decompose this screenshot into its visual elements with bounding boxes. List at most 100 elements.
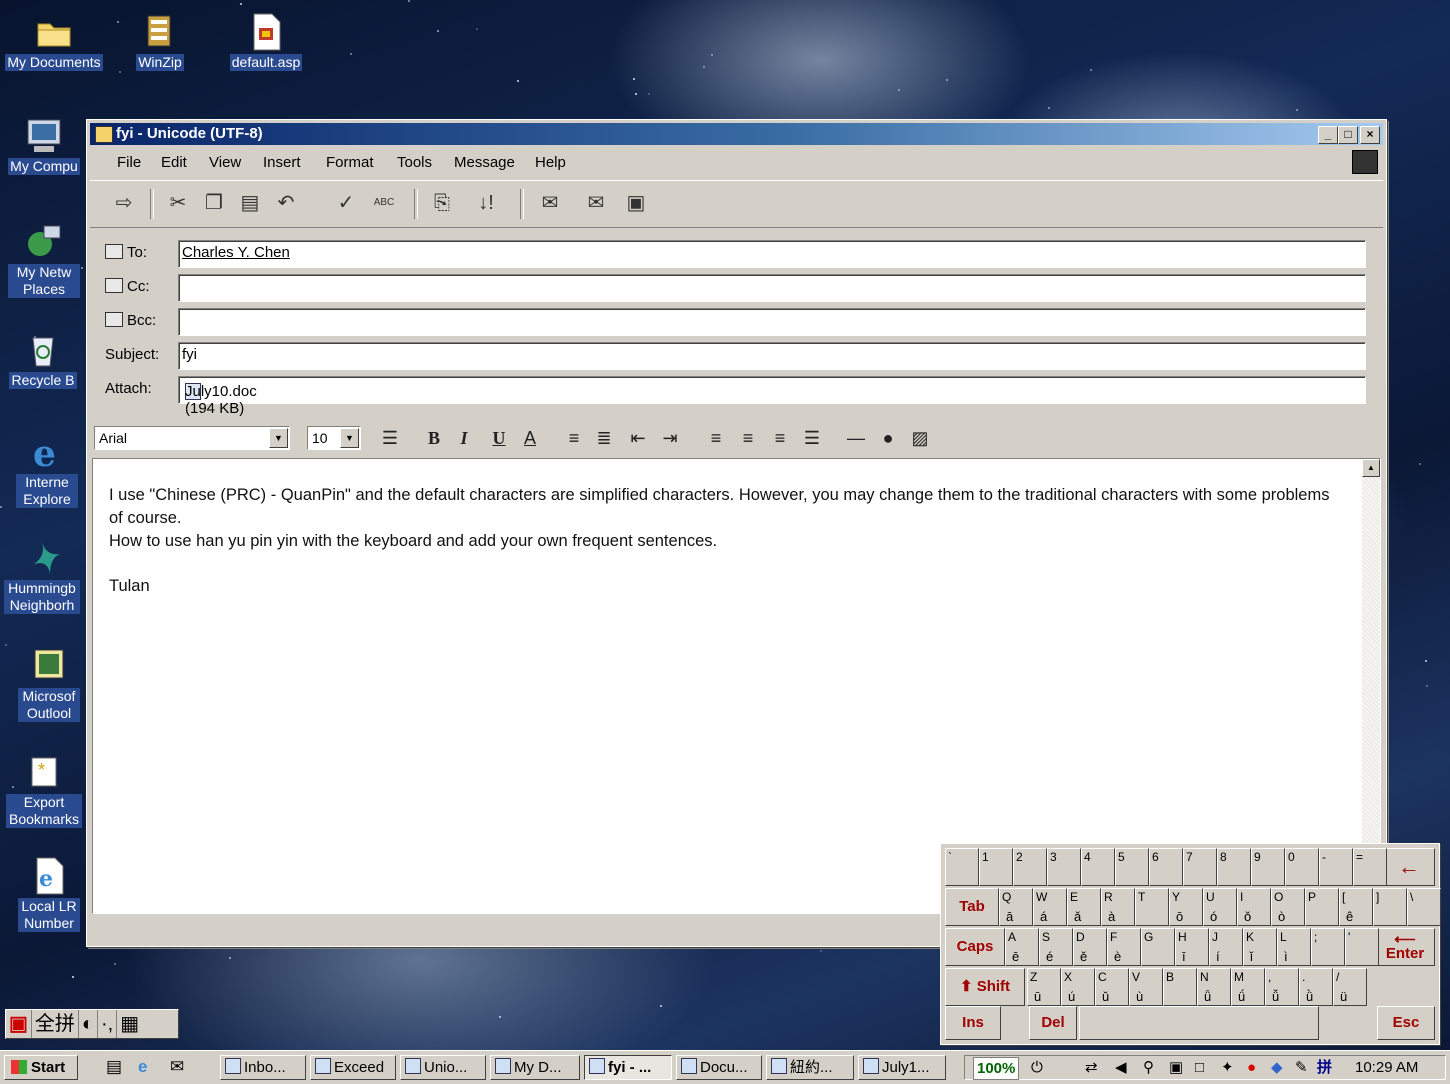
desktop-icon-export-bookmarks[interactable]: * Export Bookmarks xyxy=(6,752,82,828)
settings-icon[interactable]: ✦ xyxy=(1221,1056,1234,1080)
offline-icon[interactable]: ▣ xyxy=(622,189,650,217)
antivirus-icon[interactable]: ● xyxy=(1247,1056,1256,1080)
keyboard-key[interactable]: = xyxy=(1353,848,1387,886)
keyboard-key[interactable]: Fè xyxy=(1107,928,1141,966)
align-right-icon[interactable]: ≡ xyxy=(768,426,792,450)
taskbar-button[interactable]: Unio... xyxy=(400,1055,486,1080)
keyboard-key[interactable]: - xyxy=(1319,848,1353,886)
start-button[interactable]: Start xyxy=(4,1055,78,1080)
taskbar-button[interactable]: Docu... xyxy=(676,1055,762,1080)
menu-view[interactable]: View xyxy=(209,154,241,171)
keyboard-key[interactable]: Mǘ xyxy=(1231,968,1265,1006)
taskbar-button[interactable]: July1... xyxy=(858,1055,946,1080)
hyperlink-icon[interactable]: ● xyxy=(876,426,900,450)
desktop-icon-outlook[interactable]: Microsof Outlool xyxy=(18,646,80,722)
punctuation-icon[interactable]: ·, xyxy=(98,1010,118,1038)
send-icon[interactable]: ⇨ xyxy=(110,189,138,217)
keyboard-key[interactable]: Oò xyxy=(1271,888,1305,926)
cc-field[interactable] xyxy=(178,274,1366,302)
menu-help[interactable]: Help xyxy=(535,154,566,171)
enter-key[interactable]: ⟵ Enter xyxy=(1375,928,1435,966)
keyboard-key[interactable]: ' xyxy=(1345,928,1379,966)
keyboard-key[interactable]: 5 xyxy=(1115,848,1149,886)
title-bar[interactable]: fyi - Unicode (UTF-8) _ □ × xyxy=(90,123,1383,145)
taskbar-button[interactable]: My D... xyxy=(490,1055,580,1080)
keyboard-key[interactable]: Qā xyxy=(999,888,1033,926)
keyboard-key[interactable]: Aē xyxy=(1005,928,1039,966)
ie-quicklaunch-icon[interactable]: e xyxy=(138,1057,147,1077)
ime-logo-icon[interactable]: ▣ xyxy=(6,1010,32,1038)
keyboard-key[interactable]: 6 xyxy=(1149,848,1183,886)
desktop-icon-hummingbird[interactable]: Hummingb Neighborh xyxy=(4,538,80,614)
menu-edit[interactable]: Edit xyxy=(161,154,187,171)
attach-icon[interactable]: ⎘ xyxy=(428,189,456,217)
ime-mode[interactable]: 全拼 xyxy=(32,1010,79,1038)
menu-format[interactable]: Format xyxy=(326,154,374,171)
menu-tools[interactable]: Tools xyxy=(397,154,432,171)
network-tray-icon[interactable]: ⇄ xyxy=(1085,1056,1098,1080)
align-center-icon[interactable]: ≡ xyxy=(736,426,760,450)
maximize-button[interactable]: □ xyxy=(1338,126,1358,144)
show-desktop-icon[interactable]: ▤ xyxy=(106,1057,122,1077)
size-select[interactable]: 10 ▼ xyxy=(307,426,361,450)
keyboard-key[interactable]: G xyxy=(1141,928,1175,966)
desktop-icon-winzip[interactable]: WinZip xyxy=(132,12,188,71)
decrease-indent-icon[interactable]: ⇤ xyxy=(626,426,650,450)
increase-indent-icon[interactable]: ⇥ xyxy=(658,426,682,450)
keyboard-key[interactable]: Hī xyxy=(1175,928,1209,966)
keyboard-key[interactable]: [ê xyxy=(1339,888,1373,926)
cut-icon[interactable]: ✂ xyxy=(164,189,192,217)
chevron-down-icon[interactable]: ▼ xyxy=(340,428,359,448)
keyboard-key[interactable]: 1 xyxy=(979,848,1013,886)
spelling-icon[interactable]: ABC xyxy=(370,189,398,217)
paste-icon[interactable]: ▤ xyxy=(236,189,264,217)
soft-keyboard-icon[interactable]: ▦ xyxy=(117,1010,142,1038)
italic-button[interactable]: I xyxy=(452,426,476,450)
keyboard-key[interactable]: Rà xyxy=(1101,888,1135,926)
keyboard-key[interactable]: Vù xyxy=(1129,968,1163,1006)
keyboard-key[interactable]: Xú xyxy=(1061,968,1095,1006)
scroll-up-icon[interactable]: ▲ xyxy=(1362,459,1380,477)
desktop-icon-internet-explorer[interactable]: e Interne Explore xyxy=(16,432,78,508)
to-label[interactable]: To: xyxy=(105,244,147,261)
keyboard-key[interactable]: 9 xyxy=(1251,848,1285,886)
power-icon[interactable]: ⏻ xyxy=(1031,1056,1043,1080)
keyboard-key[interactable]: P xyxy=(1305,888,1339,926)
keyboard-key[interactable]: 0 xyxy=(1285,848,1319,886)
chevron-down-icon[interactable]: ▼ xyxy=(269,428,288,448)
keyboard-key[interactable]: Iǒ xyxy=(1237,888,1271,926)
menu-insert[interactable]: Insert xyxy=(263,154,301,171)
keyboard-key[interactable]: T xyxy=(1135,888,1169,926)
ins-key[interactable]: Ins xyxy=(945,1006,1001,1040)
keyboard-key[interactable]: ] xyxy=(1373,888,1407,926)
volume-icon[interactable]: ◀ xyxy=(1115,1056,1127,1080)
taskbar-button[interactable]: 紐約... xyxy=(766,1055,854,1080)
backspace-key[interactable]: ← xyxy=(1383,848,1435,886)
keyboard-key[interactable]: Zū xyxy=(1027,968,1061,1006)
horizontal-line-icon[interactable]: — xyxy=(844,426,868,450)
shield-icon[interactable]: ◆ xyxy=(1271,1056,1283,1080)
menu-message[interactable]: Message xyxy=(454,154,515,171)
keyboard-key[interactable]: Eǎ xyxy=(1067,888,1101,926)
keyboard-key[interactable]: 8 xyxy=(1217,848,1251,886)
bcc-label[interactable]: Bcc: xyxy=(105,312,156,329)
zoom-indicator[interactable]: 100% xyxy=(973,1057,1020,1080)
sign-icon[interactable]: ✉ xyxy=(536,189,564,217)
font-color-button[interactable]: A xyxy=(518,426,542,450)
underline-button[interactable]: U xyxy=(487,426,511,450)
keyboard-key[interactable]: Cǔ xyxy=(1095,968,1129,1006)
keyboard-key[interactable]: Sé xyxy=(1039,928,1073,966)
monitor-icon[interactable]: □ xyxy=(1195,1056,1204,1080)
half-width-icon[interactable]: ◐ xyxy=(79,1010,98,1038)
keyboard-key[interactable]: B xyxy=(1163,968,1197,1006)
insert-picture-icon[interactable]: ▨ xyxy=(908,426,932,450)
keyboard-key[interactable]: / ü xyxy=(1333,968,1367,1006)
subject-field[interactable]: fyi xyxy=(178,342,1366,370)
pen-icon[interactable]: ✎ xyxy=(1295,1056,1308,1080)
font-select[interactable]: Arial ▼ xyxy=(94,426,290,450)
outlook-quicklaunch-icon[interactable]: ✉ xyxy=(170,1057,184,1077)
desktop-icon-default-asp[interactable]: default.asp xyxy=(222,12,310,71)
priority-icon[interactable]: ↓! xyxy=(472,189,500,217)
ime-tray-icon[interactable]: 拼 xyxy=(1317,1056,1332,1080)
desktop-icon-recycle-bin[interactable]: Recycle B xyxy=(8,330,78,389)
